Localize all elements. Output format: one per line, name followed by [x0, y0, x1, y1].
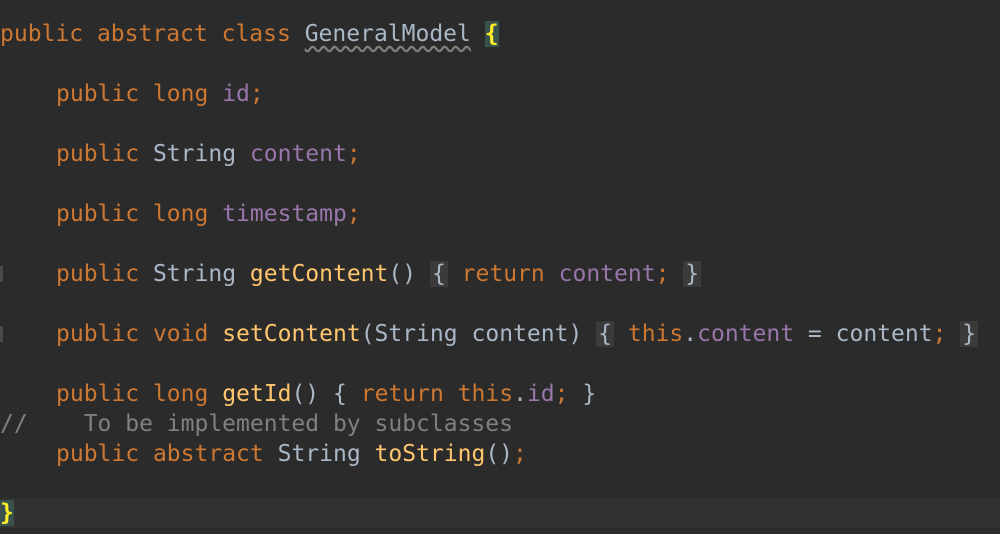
type-long: long	[152, 81, 209, 107]
method-name-setcontent: setContent	[222, 321, 361, 347]
code-line-get-content[interactable]: public String getContent() { return cont…	[0, 259, 1000, 289]
keyword-public: public	[56, 201, 140, 227]
comment-text: To be implemented by subclasses	[83, 411, 513, 437]
code-line-get-id[interactable]: public long getId() { return this.id; }	[0, 379, 1000, 409]
type-string: String	[277, 441, 361, 467]
keyword-public: public	[56, 381, 140, 407]
type-long: long	[152, 201, 209, 227]
keyword-return: return	[360, 381, 444, 407]
method-name-getcontent: getContent	[249, 261, 389, 287]
semicolon: ;	[346, 201, 361, 227]
field-ref-id: id	[526, 381, 555, 407]
keyword-public: public	[56, 441, 140, 467]
semicolon: ;	[554, 381, 569, 407]
code-line-class-declaration[interactable]: public abstract class GeneralModel {	[0, 19, 1000, 49]
open-brace: {	[333, 381, 347, 407]
parentheses: ()	[485, 441, 514, 467]
keyword-return: return	[461, 261, 545, 287]
folded-open-brace[interactable]: {	[596, 321, 615, 347]
method-name-tostring: toString	[374, 441, 486, 467]
code-line-set-content[interactable]: public void setContent(String content) {…	[0, 319, 1000, 349]
comment-marker: //	[0, 411, 28, 437]
param-name-content: content	[471, 321, 569, 347]
keyword-class: class	[221, 21, 291, 47]
semicolon: ;	[249, 81, 264, 107]
type-string: String	[152, 141, 237, 167]
keyword-abstract: abstract	[96, 21, 208, 47]
keyword-public: public	[56, 141, 140, 167]
open-brace-highlighted: {	[484, 21, 499, 47]
code-line-comment[interactable]: // To be implemented by subclasses	[0, 409, 1000, 439]
value-content: content	[835, 321, 933, 347]
field-ref-content: content	[697, 321, 795, 347]
field-name-id: id	[222, 81, 250, 107]
parentheses: ()	[388, 261, 417, 287]
semicolon: ;	[932, 321, 947, 347]
folded-open-brace[interactable]: {	[429, 261, 448, 287]
keyword-public: public	[56, 81, 140, 107]
code-line-class-close[interactable]: }	[0, 498, 1000, 528]
code-line-field-content[interactable]: public String content;	[0, 139, 1000, 169]
assign-operator: =	[807, 321, 822, 347]
semicolon: ;	[513, 441, 527, 467]
code-line-field-id[interactable]: public long id;	[0, 79, 1000, 109]
code-line-field-timestamp[interactable]: public long timestamp;	[0, 199, 1000, 229]
param-type-string: String	[374, 321, 458, 347]
keyword-public: public	[0, 21, 84, 47]
code-editor[interactable]: public abstract class GeneralModel { pub…	[0, 0, 1000, 534]
dot-operator: .	[513, 381, 527, 407]
dot-operator: .	[683, 321, 698, 347]
folded-close-brace[interactable]: }	[960, 321, 979, 347]
folded-close-brace[interactable]: }	[683, 261, 702, 287]
semicolon: ;	[346, 141, 361, 167]
close-brace-highlighted: }	[0, 500, 14, 526]
code-line-to-string[interactable]: public abstract String toString();	[0, 439, 1000, 469]
keyword-public: public	[56, 321, 140, 347]
method-name-getid: getId	[222, 381, 292, 407]
type-long: long	[152, 381, 209, 407]
class-name[interactable]: GeneralModel	[305, 21, 471, 47]
field-name-timestamp: timestamp	[222, 201, 347, 227]
field-ref-content: content	[558, 261, 656, 287]
keyword-this: this	[457, 381, 514, 407]
keyword-public: public	[56, 261, 140, 287]
parentheses: ()	[291, 381, 320, 407]
type-string: String	[152, 261, 237, 287]
open-paren: (	[360, 321, 375, 347]
keyword-void: void	[152, 321, 209, 347]
keyword-abstract: abstract	[152, 441, 264, 467]
close-paren: )	[568, 321, 583, 347]
field-name-content: content	[249, 141, 347, 167]
semicolon: ;	[655, 261, 670, 287]
keyword-this: this	[627, 321, 684, 347]
close-brace: }	[582, 381, 597, 407]
